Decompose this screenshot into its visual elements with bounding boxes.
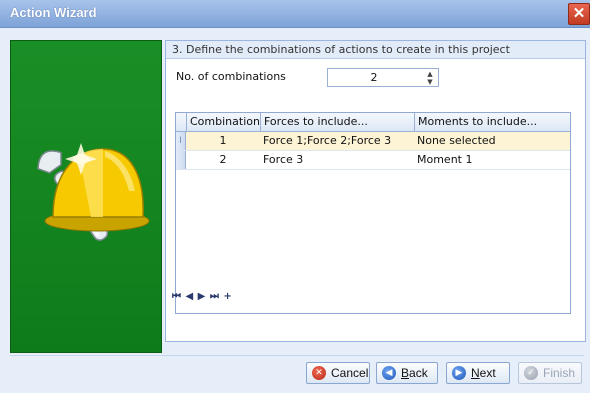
cell-forces[interactable]: Force 3 <box>260 151 414 169</box>
finish-label: Finish <box>543 366 576 380</box>
title-bar: Action Wizard ✕ <box>0 0 590 28</box>
grid-navigator: ⏮ ◀ ▶ ⏭ + <box>172 291 233 302</box>
prev-record-icon[interactable]: ◀ <box>185 291 193 302</box>
combinations-value[interactable]: 2 <box>328 71 420 84</box>
cell-combination[interactable]: 2 <box>186 151 260 169</box>
close-button[interactable]: ✕ <box>568 3 590 25</box>
cancel-label: Cancel <box>331 366 369 380</box>
row-indicator-icon: I <box>176 132 186 150</box>
step-heading: 3. Define the combinations of actions to… <box>166 41 585 59</box>
last-record-icon[interactable]: ⏭ <box>210 291 219 302</box>
wizard-sidebar <box>10 40 162 353</box>
finish-button[interactable]: ✓ Finish <box>518 362 582 384</box>
cell-moments[interactable]: Moment 1 <box>414 151 570 169</box>
next-label: Next <box>471 366 496 380</box>
hardhat-wrench-icon <box>37 143 150 241</box>
stepper-up-icon[interactable]: ▲ <box>424 70 436 78</box>
cancel-button[interactable]: ✕ Cancel <box>306 362 370 384</box>
combinations-stepper[interactable]: 2 ▲ ▼ <box>327 68 439 87</box>
table-row[interactable]: 2 Force 3 Moment 1 <box>176 151 570 170</box>
column-header-combination[interactable]: Combination <box>186 113 260 131</box>
cancel-icon: ✕ <box>312 366 326 380</box>
stepper-down-icon[interactable]: ▼ <box>424 78 436 86</box>
stepper-arrows[interactable]: ▲ ▼ <box>424 70 436 86</box>
combinations-grid: Combination Forces to include... Moments… <box>175 112 571 314</box>
back-label: Back <box>401 366 428 380</box>
cell-forces[interactable]: Force 1;Force 2;Force 3 <box>260 132 414 150</box>
back-button[interactable]: ◀ Back <box>376 362 438 384</box>
next-record-icon[interactable]: ▶ <box>198 291 206 302</box>
add-record-icon[interactable]: + <box>223 291 231 302</box>
grid-header: Combination Forces to include... Moments… <box>176 113 570 132</box>
header-indicator <box>176 113 186 131</box>
column-header-moments[interactable]: Moments to include... <box>414 113 570 131</box>
table-row[interactable]: I 1 Force 1;Force 2;Force 3 None selecte… <box>176 132 570 151</box>
first-record-icon[interactable]: ⏮ <box>172 291 181 302</box>
row-indicator <box>176 151 186 169</box>
next-arrow-icon: ▶ <box>452 366 466 380</box>
combinations-label: No. of combinations <box>176 70 286 83</box>
footer-divider <box>10 355 584 356</box>
column-header-forces[interactable]: Forces to include... <box>260 113 414 131</box>
cell-combination[interactable]: 1 <box>186 132 260 150</box>
window-title: Action Wizard <box>10 5 97 20</box>
wizard-step-panel: 3. Define the combinations of actions to… <box>165 40 586 342</box>
back-arrow-icon: ◀ <box>382 366 396 380</box>
action-wizard-window: Action Wizard ✕ 3. Define the combinatio… <box>0 0 590 393</box>
cell-moments[interactable]: None selected <box>414 132 570 150</box>
next-button[interactable]: ▶ Next <box>446 362 510 384</box>
finish-icon: ✓ <box>524 366 538 380</box>
